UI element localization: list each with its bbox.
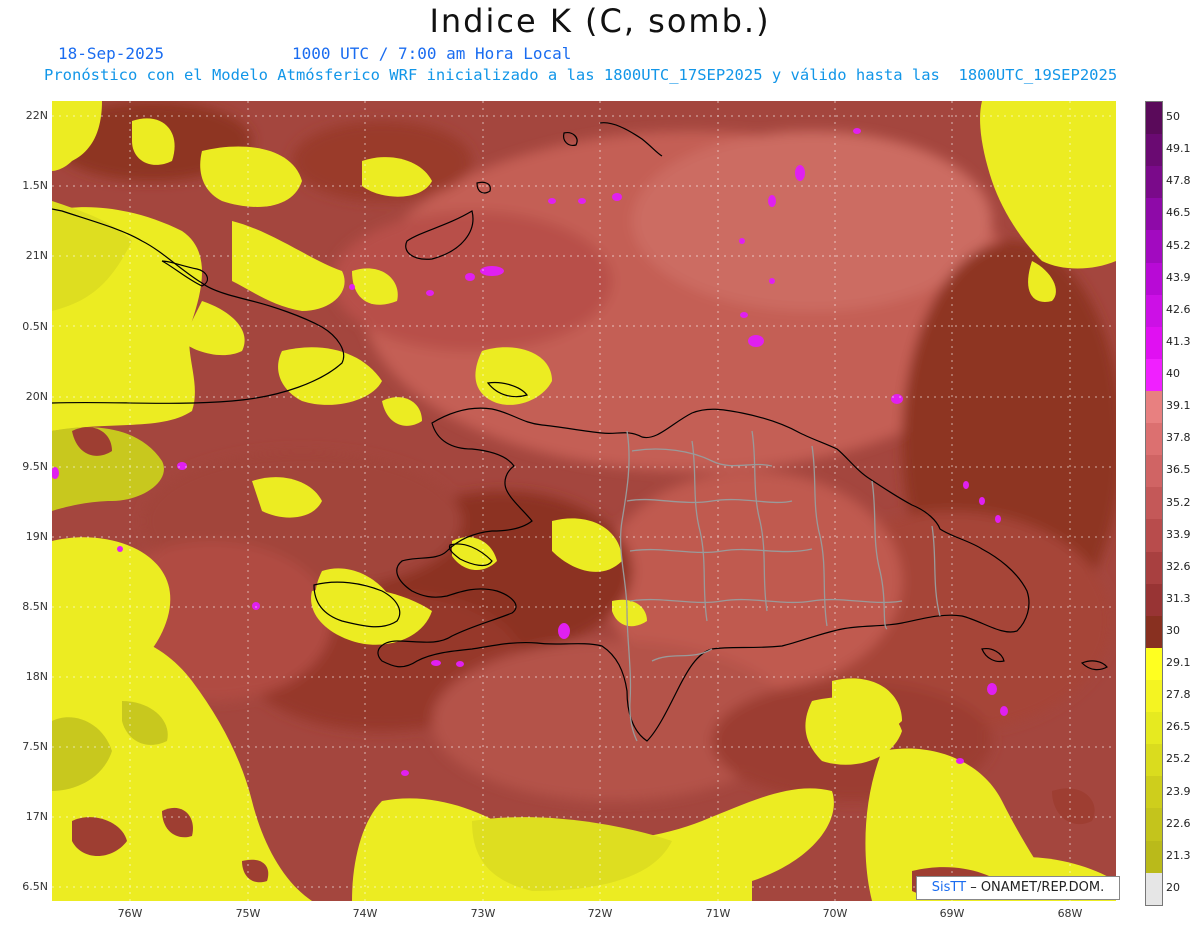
colorbar-segment [1146,808,1162,841]
colorbar-segment [1146,198,1162,231]
colorbar-label: 33.9 [1166,527,1191,541]
colorbar-label: 26.5 [1166,720,1191,734]
colorbar-segment [1146,423,1162,456]
colorbar-label: 39.1 [1166,399,1191,413]
credit-text: – ONAMET/REP.DOM. [966,880,1105,895]
lon-label: 75W [235,907,261,920]
lat-label: 8.5N [22,600,48,613]
credit-box: SisTT – ONAMET/REP.DOM. [916,876,1120,900]
lon-label: 74W [352,907,378,920]
lon-label: 72W [587,907,613,920]
colorbar-segment [1146,712,1162,745]
colorbar-label: 49.1 [1166,142,1191,156]
colorbar-label: 27.8 [1166,688,1191,702]
lon-label: 71W [705,907,731,920]
lon-label: 68W [1057,907,1083,920]
lat-label: 17N [25,810,48,823]
colorbar-segment [1146,102,1162,135]
colorbar-label: 36.5 [1166,463,1191,477]
credit-brand: SisTT [931,880,967,895]
colorbar-label: 45.2 [1166,238,1191,252]
colorbar-label: 32.6 [1166,559,1191,573]
lat-label: 7.5N [22,740,48,753]
forecast-date: 18-Sep-2025 [58,44,164,63]
colorbar-label: 30 [1166,623,1180,637]
colorbar-label: 22.6 [1166,816,1191,830]
lat-label: 6.5N [22,880,48,893]
colorbar-segment [1146,551,1162,584]
lon-label: 73W [470,907,496,920]
lat-label: 18N [25,670,48,683]
colorbar-label: 23.9 [1166,784,1191,798]
colorbar-label: 29.1 [1166,656,1191,670]
colorbar-segment [1146,134,1162,167]
lat-label: 1.5N [22,179,48,192]
colorbar-segment [1146,647,1162,680]
map-title: Indice K (C, somb.) [429,2,771,40]
colorbar-segment [1146,166,1162,199]
colorbar-label: 50 [1166,110,1180,124]
colorbar-segment [1146,230,1162,263]
colorbar-label: 25.2 [1166,752,1191,766]
colorbar-label: 40 [1166,367,1180,381]
lat-label: 19N [25,530,48,543]
colorbar-segment [1146,390,1162,424]
lon-label: 70W [822,907,848,920]
colorbar-label: 20 [1166,880,1180,894]
colorbar-label: 42.6 [1166,302,1191,316]
colorbar-segment [1146,294,1162,327]
colorbar-label: 46.5 [1166,206,1191,220]
colorbar-segment [1146,326,1162,359]
model-description: Pronóstico con el Modelo Atmósferico WRF… [44,66,1118,84]
colorbar-segment [1146,872,1162,905]
colorbar-segment [1146,840,1162,873]
colorbar-label: 47.8 [1166,174,1191,188]
lat-label: 20N [25,390,48,403]
colorbar-label: 37.8 [1166,431,1191,445]
colorbar-segment [1146,615,1162,648]
lat-label: 22N [25,109,48,122]
colorbar-segment [1146,519,1162,552]
lat-label: 0.5N [22,320,48,333]
k-index-map [52,101,1116,901]
colorbar-segment [1146,679,1162,713]
colorbar-label: 35.2 [1166,495,1191,509]
colorbar-label: 21.3 [1166,848,1191,862]
colorbar-label: 43.9 [1166,270,1191,284]
colorbar-segment [1146,455,1162,488]
colorbar-label: 31.3 [1166,591,1191,605]
colorbar-segment [1146,262,1162,295]
colorbar-segment [1146,776,1162,809]
lat-label: 9.5N [22,460,48,473]
colorbar-segment [1146,583,1162,616]
colorbar-segment [1146,358,1162,391]
lat-label: 21N [25,249,48,262]
lon-label: 69W [939,907,965,920]
colorbar-segment [1146,744,1162,777]
colorbar-segment [1146,487,1162,520]
forecast-time: 1000 UTC / 7:00 am Hora Local [292,44,572,63]
lon-label: 76W [117,907,143,920]
colorbar [1145,101,1163,906]
colorbar-label: 41.3 [1166,334,1191,348]
